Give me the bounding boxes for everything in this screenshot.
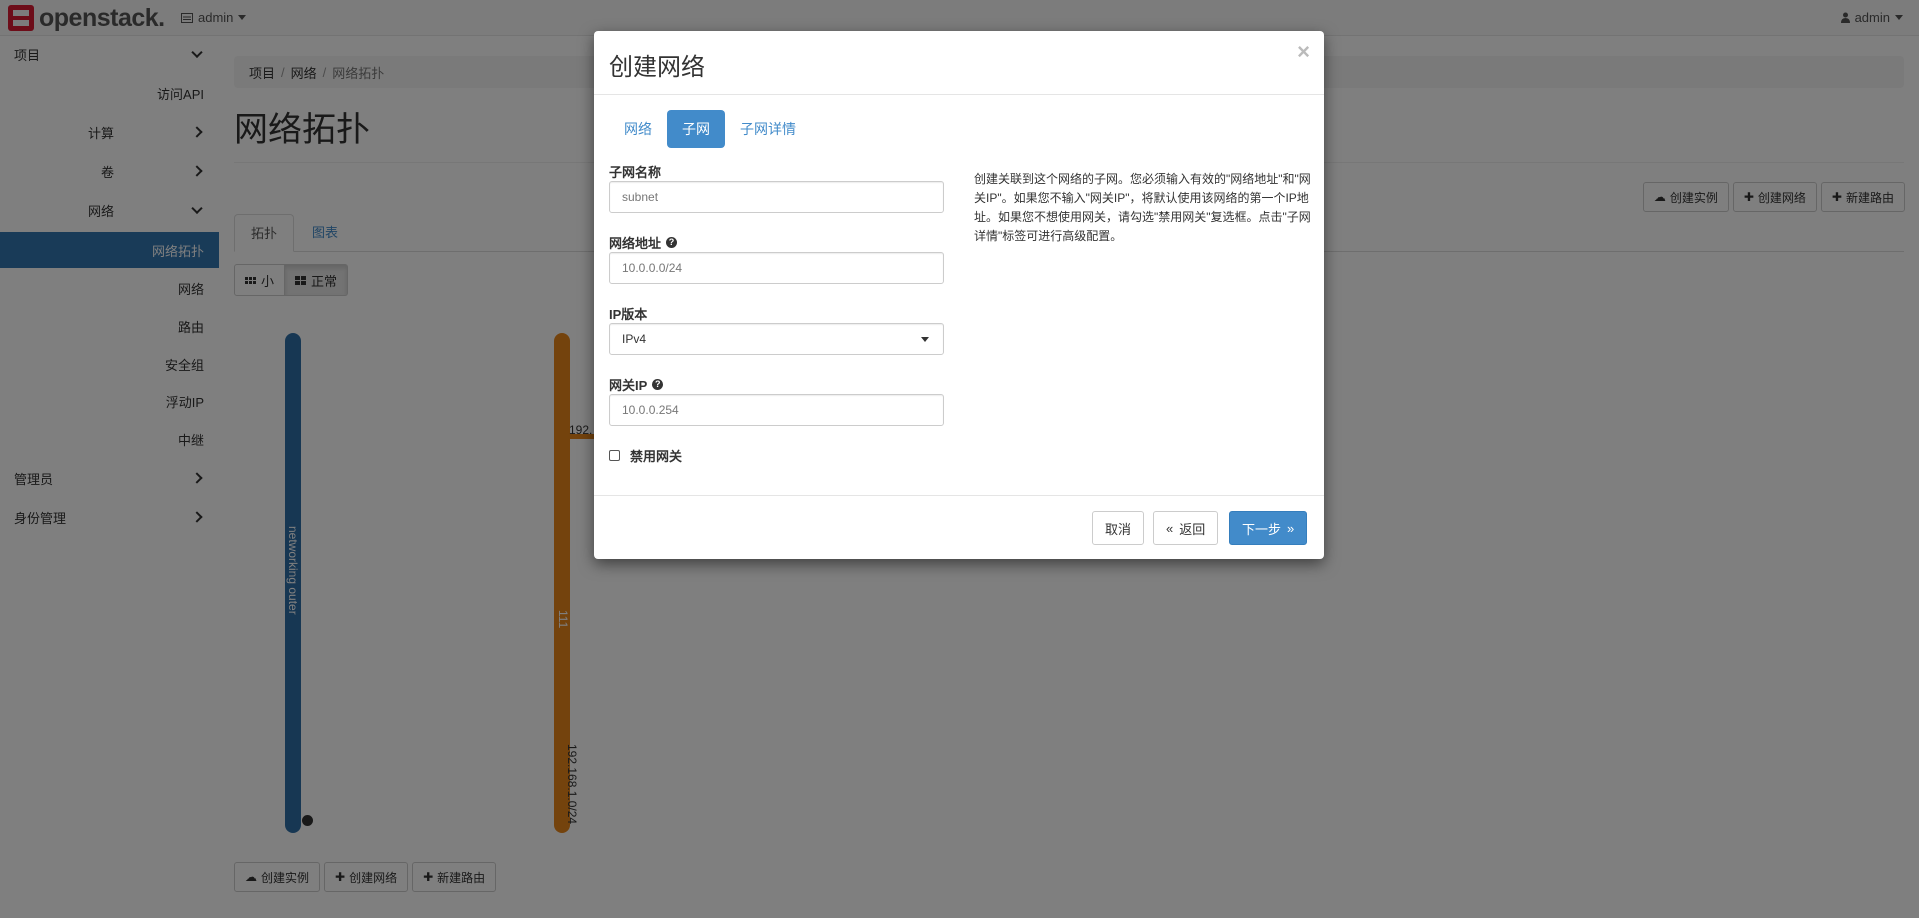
- ip-version-select[interactable]: IPv4: [609, 323, 944, 355]
- field-label-text: IP版本: [609, 307, 648, 322]
- checkbox-label[interactable]: 禁用网关: [630, 446, 682, 465]
- back-button[interactable]: « 返回: [1153, 511, 1219, 545]
- button-label: 下一步: [1242, 521, 1282, 537]
- gateway-ip-input[interactable]: 10.0.0.254: [609, 394, 944, 426]
- input-value: 10.0.0.254: [622, 403, 679, 417]
- modal-footer: 取消 « 返回 下一步 »: [594, 495, 1324, 559]
- double-chevron-right-icon: »: [1287, 520, 1295, 536]
- input-value: 10.0.0.0/24: [622, 261, 683, 275]
- subnet-name-input[interactable]: subnet: [609, 181, 944, 213]
- tab-subnet[interactable]: 子网: [667, 110, 725, 148]
- field-label-text: 网络地址: [609, 236, 662, 251]
- next-button[interactable]: 下一步 »: [1229, 511, 1308, 545]
- select-value: IPv4: [622, 332, 647, 346]
- disable-gateway-checkbox[interactable]: [609, 450, 620, 461]
- caret-down-icon: [921, 337, 929, 342]
- field-label-text: 网关IP: [609, 378, 648, 393]
- network-address-input[interactable]: 10.0.0.0/24: [609, 252, 944, 284]
- ip-version-label: IP版本: [609, 304, 647, 323]
- gateway-ip-label: 网关IP ?: [609, 375, 664, 394]
- modal-header: 创建网络 ×: [594, 31, 1324, 95]
- network-address-label: 网络地址 ?: [609, 233, 678, 252]
- tab-subnet-details[interactable]: 子网详情: [725, 110, 811, 148]
- disable-gateway-row: 禁用网关: [609, 446, 682, 465]
- help-text: 创建关联到这个网络的子网。您必须输入有效的"网络地址"和"网关IP"。如果您不输…: [974, 172, 1311, 243]
- field-label-text: 子网名称: [609, 165, 662, 180]
- modal-title: 创建网络: [609, 54, 705, 81]
- subnet-name-label: 子网名称: [609, 162, 661, 181]
- close-icon[interactable]: ×: [1297, 41, 1310, 63]
- create-network-dialog: 创建网络 × 网络 子网 子网详情 子网名称 subnet 网络地址 ? 10.…: [594, 31, 1324, 559]
- question-circle-icon[interactable]: ?: [666, 237, 678, 248]
- button-label: 返回: [1179, 521, 1206, 537]
- button-label: 取消: [1105, 521, 1132, 537]
- input-value: subnet: [622, 190, 659, 204]
- tab-network[interactable]: 网络: [609, 110, 667, 148]
- cancel-button[interactable]: 取消: [1092, 511, 1145, 545]
- wizard-tabs: 网络 子网 子网详情: [609, 110, 811, 148]
- question-circle-icon[interactable]: ?: [652, 379, 664, 390]
- double-chevron-left-icon: «: [1166, 520, 1174, 536]
